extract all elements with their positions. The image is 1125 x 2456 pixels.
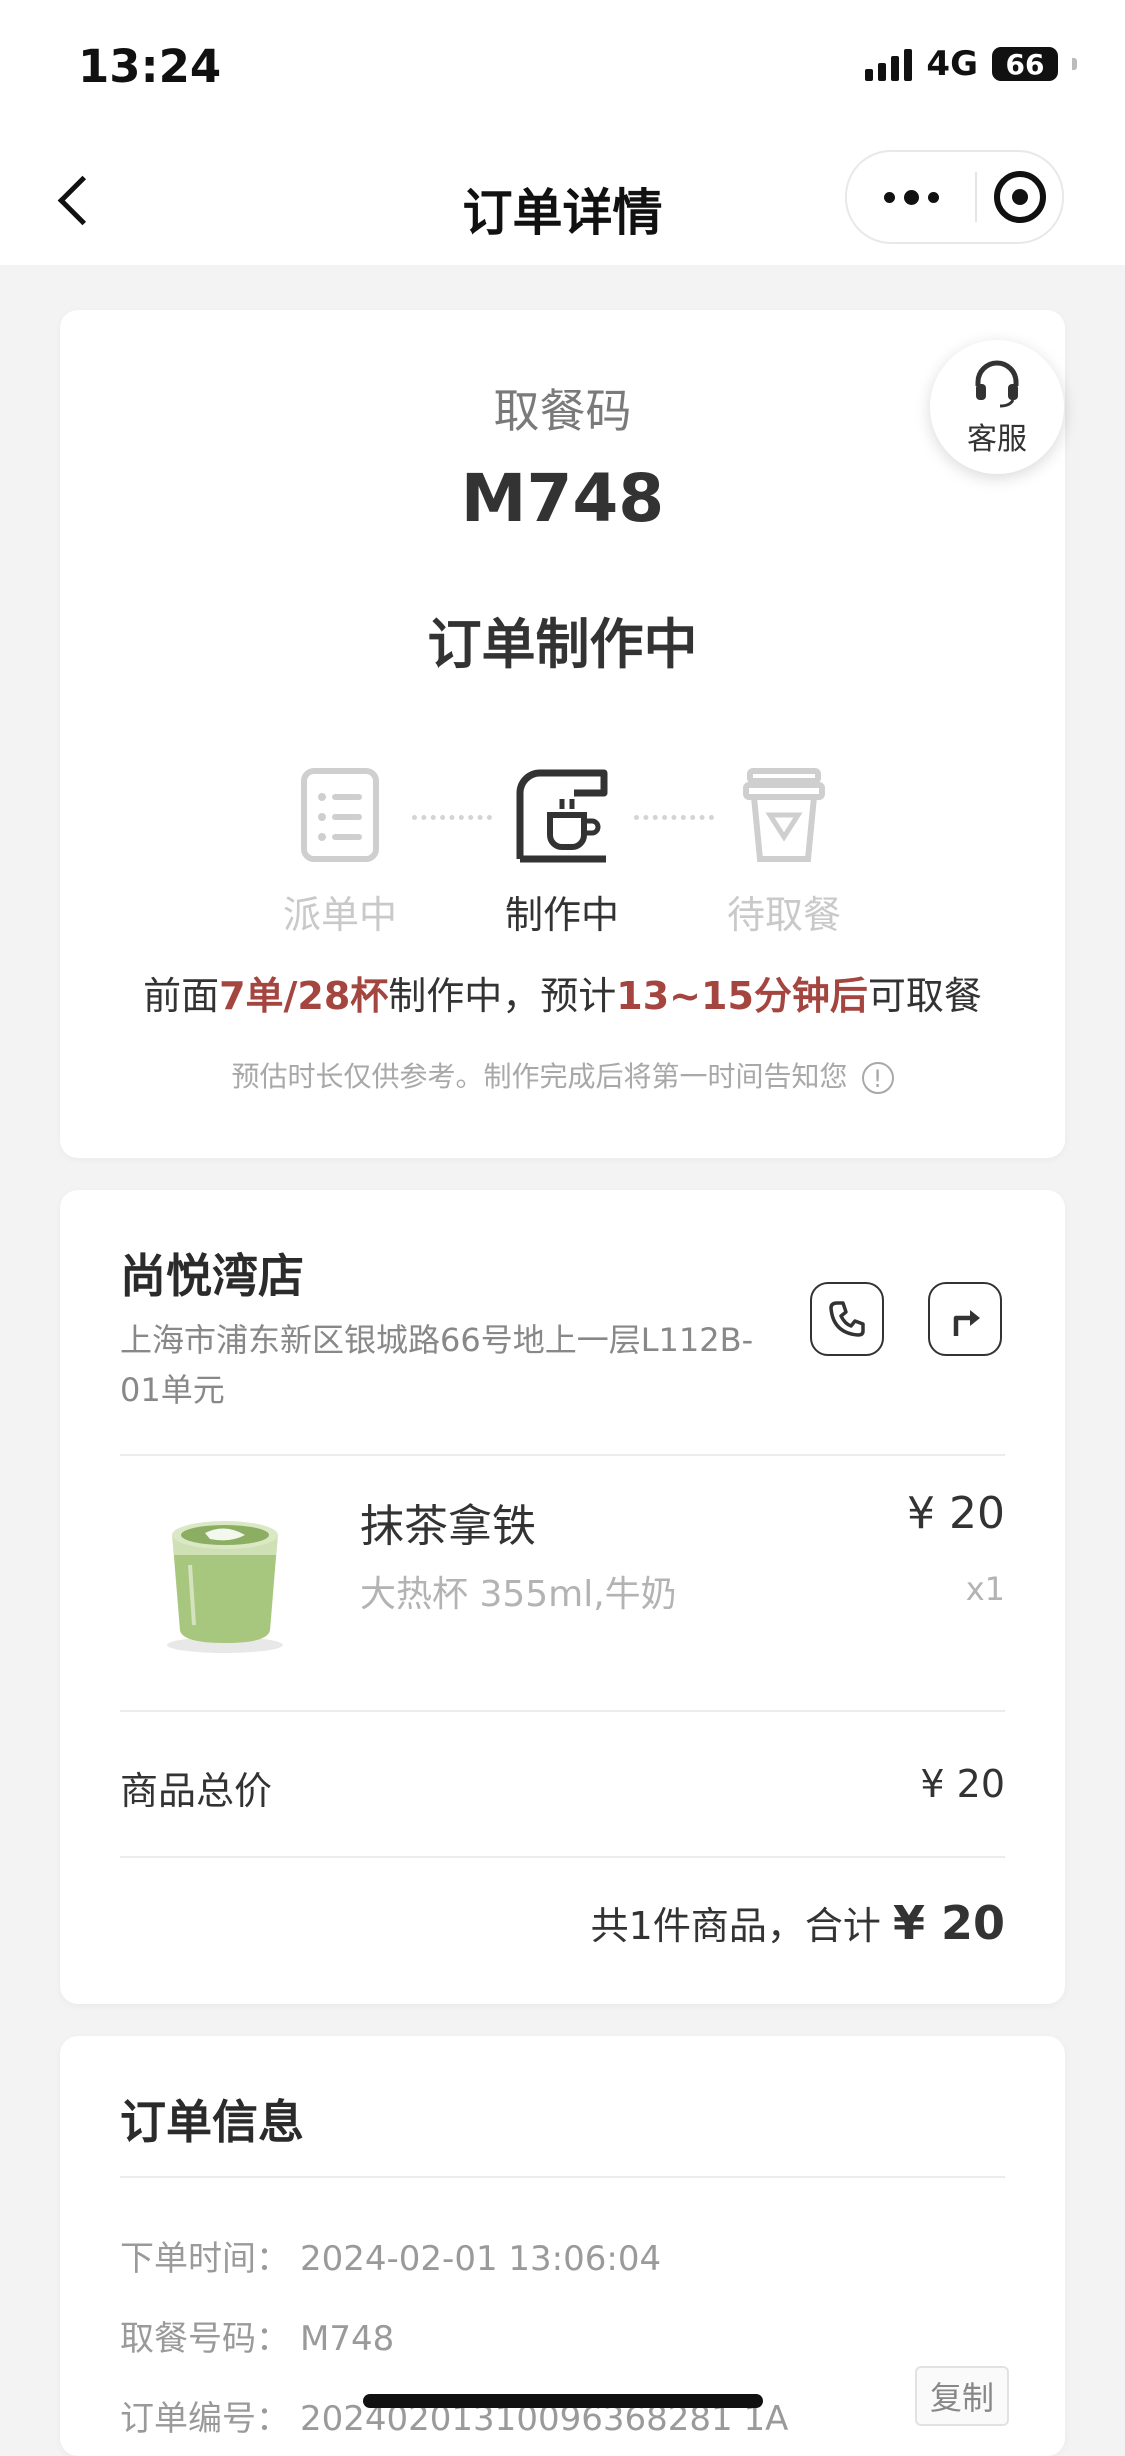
- estimate-note: 预估时长仅供参考。制作完成后将第一时间告知您!: [60, 1055, 1065, 1095]
- cup-icon: [743, 768, 825, 862]
- pickup-code: M748: [460, 460, 665, 537]
- call-store-button[interactable]: [810, 1282, 884, 1356]
- copy-order-number-button[interactable]: 复制: [915, 2366, 1009, 2426]
- product-qty: x1: [965, 1570, 1005, 1608]
- target-close-icon: [993, 171, 1046, 223]
- product-image: [150, 1495, 300, 1655]
- phone-icon: [829, 1301, 865, 1337]
- product-spec: 大热杯 355ml,牛奶: [360, 1574, 677, 1615]
- order-summary: 共1件商品，合计 ¥ 20: [591, 1895, 1005, 1950]
- store-address: 上海市浦东新区银城路66号地上一层L112B-01单元: [120, 1321, 754, 1409]
- step-ready: 待取餐: [684, 760, 884, 939]
- divider: [120, 1856, 1005, 1858]
- close-mini-program-button[interactable]: [977, 152, 1062, 242]
- queue-prefix: 前面: [143, 974, 220, 1018]
- order-info-card: 订单信息 下单时间： 2024-02-01 13:06:04 取餐号码： M748 …: [60, 2036, 1065, 2456]
- queue-info: 前面7单/28杯制作中，预计13~15分钟后可取餐: [60, 965, 1065, 1020]
- more-button[interactable]: [847, 152, 975, 242]
- battery-cap: [1072, 58, 1077, 70]
- info-key: 取餐号码：: [120, 2319, 290, 2359]
- nav-bar: 订单详情: [0, 135, 1125, 265]
- step-dispatching: 派单中: [240, 760, 440, 939]
- store-order-card: 尚悦湾店 上海市浦东新区银城路66号地上一层L112B-01单元 抹茶拿铁 大热…: [60, 1190, 1065, 2004]
- divider: [120, 1454, 1005, 1456]
- subtotal-value: ¥ 20: [920, 1762, 1005, 1806]
- info-row-pickup-code: 取餐号码： M748: [120, 2311, 394, 2360]
- queue-eta: 13~15分钟后: [616, 974, 868, 1018]
- pickup-code-label: 取餐码: [493, 384, 632, 438]
- divider: [120, 1710, 1005, 1712]
- coffee-machine-icon: [516, 769, 608, 863]
- network-label: 4G: [926, 44, 978, 84]
- info-key: 订单编号：: [120, 2399, 290, 2439]
- more-dots-icon-right: [927, 191, 939, 203]
- more-dots-icon-center: [903, 189, 919, 205]
- battery-level: 66: [1005, 47, 1045, 81]
- pickup-card: 取餐码 M748 订单制作中 客服 派单中 制作中 待取餐 前面7单/28杯制作…: [60, 310, 1065, 1158]
- order-info-title: 订单信息: [120, 2095, 304, 2149]
- summary-prefix: 共1件商品，合计: [590, 1904, 881, 1948]
- order-status: 订单制作中: [427, 613, 698, 676]
- divider: [120, 2176, 1005, 2178]
- queue-middle: 制作中，预计: [388, 974, 617, 1018]
- step-label: 派单中: [282, 893, 397, 937]
- mini-program-capsule: [845, 150, 1064, 244]
- order-list-icon: [301, 768, 379, 862]
- info-icon[interactable]: !: [861, 1062, 894, 1094]
- info-value: M748: [300, 2319, 395, 2359]
- matcha-latte-image: [167, 1521, 283, 1653]
- customer-service-button[interactable]: 客服: [930, 340, 1064, 474]
- battery-icon: 66: [992, 47, 1058, 81]
- step-label: 待取餐: [726, 893, 841, 937]
- info-value: 2024-02-01 13:06:04: [300, 2239, 662, 2279]
- info-key: 下单时间：: [120, 2239, 290, 2279]
- step-label: 制作中: [504, 893, 619, 937]
- status-indicators: 4G 66: [865, 44, 1077, 84]
- subtotal-label: 商品总价: [120, 1769, 273, 1813]
- headset-icon: [975, 360, 1019, 408]
- directions-icon: [953, 1310, 980, 1336]
- navigate-store-button[interactable]: [928, 1282, 1002, 1356]
- queue-suffix: 可取餐: [867, 974, 982, 1018]
- status-bar: 13:24 4G 66: [0, 0, 1125, 135]
- step-making: 制作中: [462, 760, 662, 939]
- store-name: 尚悦湾店: [120, 1249, 304, 1303]
- queue-orders: 7单/28杯: [219, 974, 389, 1018]
- product-name: 抹茶拿铁: [360, 1501, 536, 1552]
- product-price: ¥ 20: [907, 1488, 1005, 1539]
- signal-icon: [865, 47, 913, 81]
- customer-service-label: 客服: [967, 422, 1027, 457]
- home-indicator: [363, 2394, 763, 2408]
- estimate-note-text: 预估时长仅供参考。制作完成后将第一时间告知您: [231, 1060, 848, 1093]
- status-time: 13:24: [78, 40, 222, 93]
- summary-total: ¥ 20: [892, 1896, 1005, 1950]
- more-dots-icon: [883, 191, 895, 203]
- progress-steps: 派单中 制作中 待取餐: [60, 760, 1065, 937]
- info-row-order-time: 下单时间： 2024-02-01 13:06:04: [120, 2231, 661, 2280]
